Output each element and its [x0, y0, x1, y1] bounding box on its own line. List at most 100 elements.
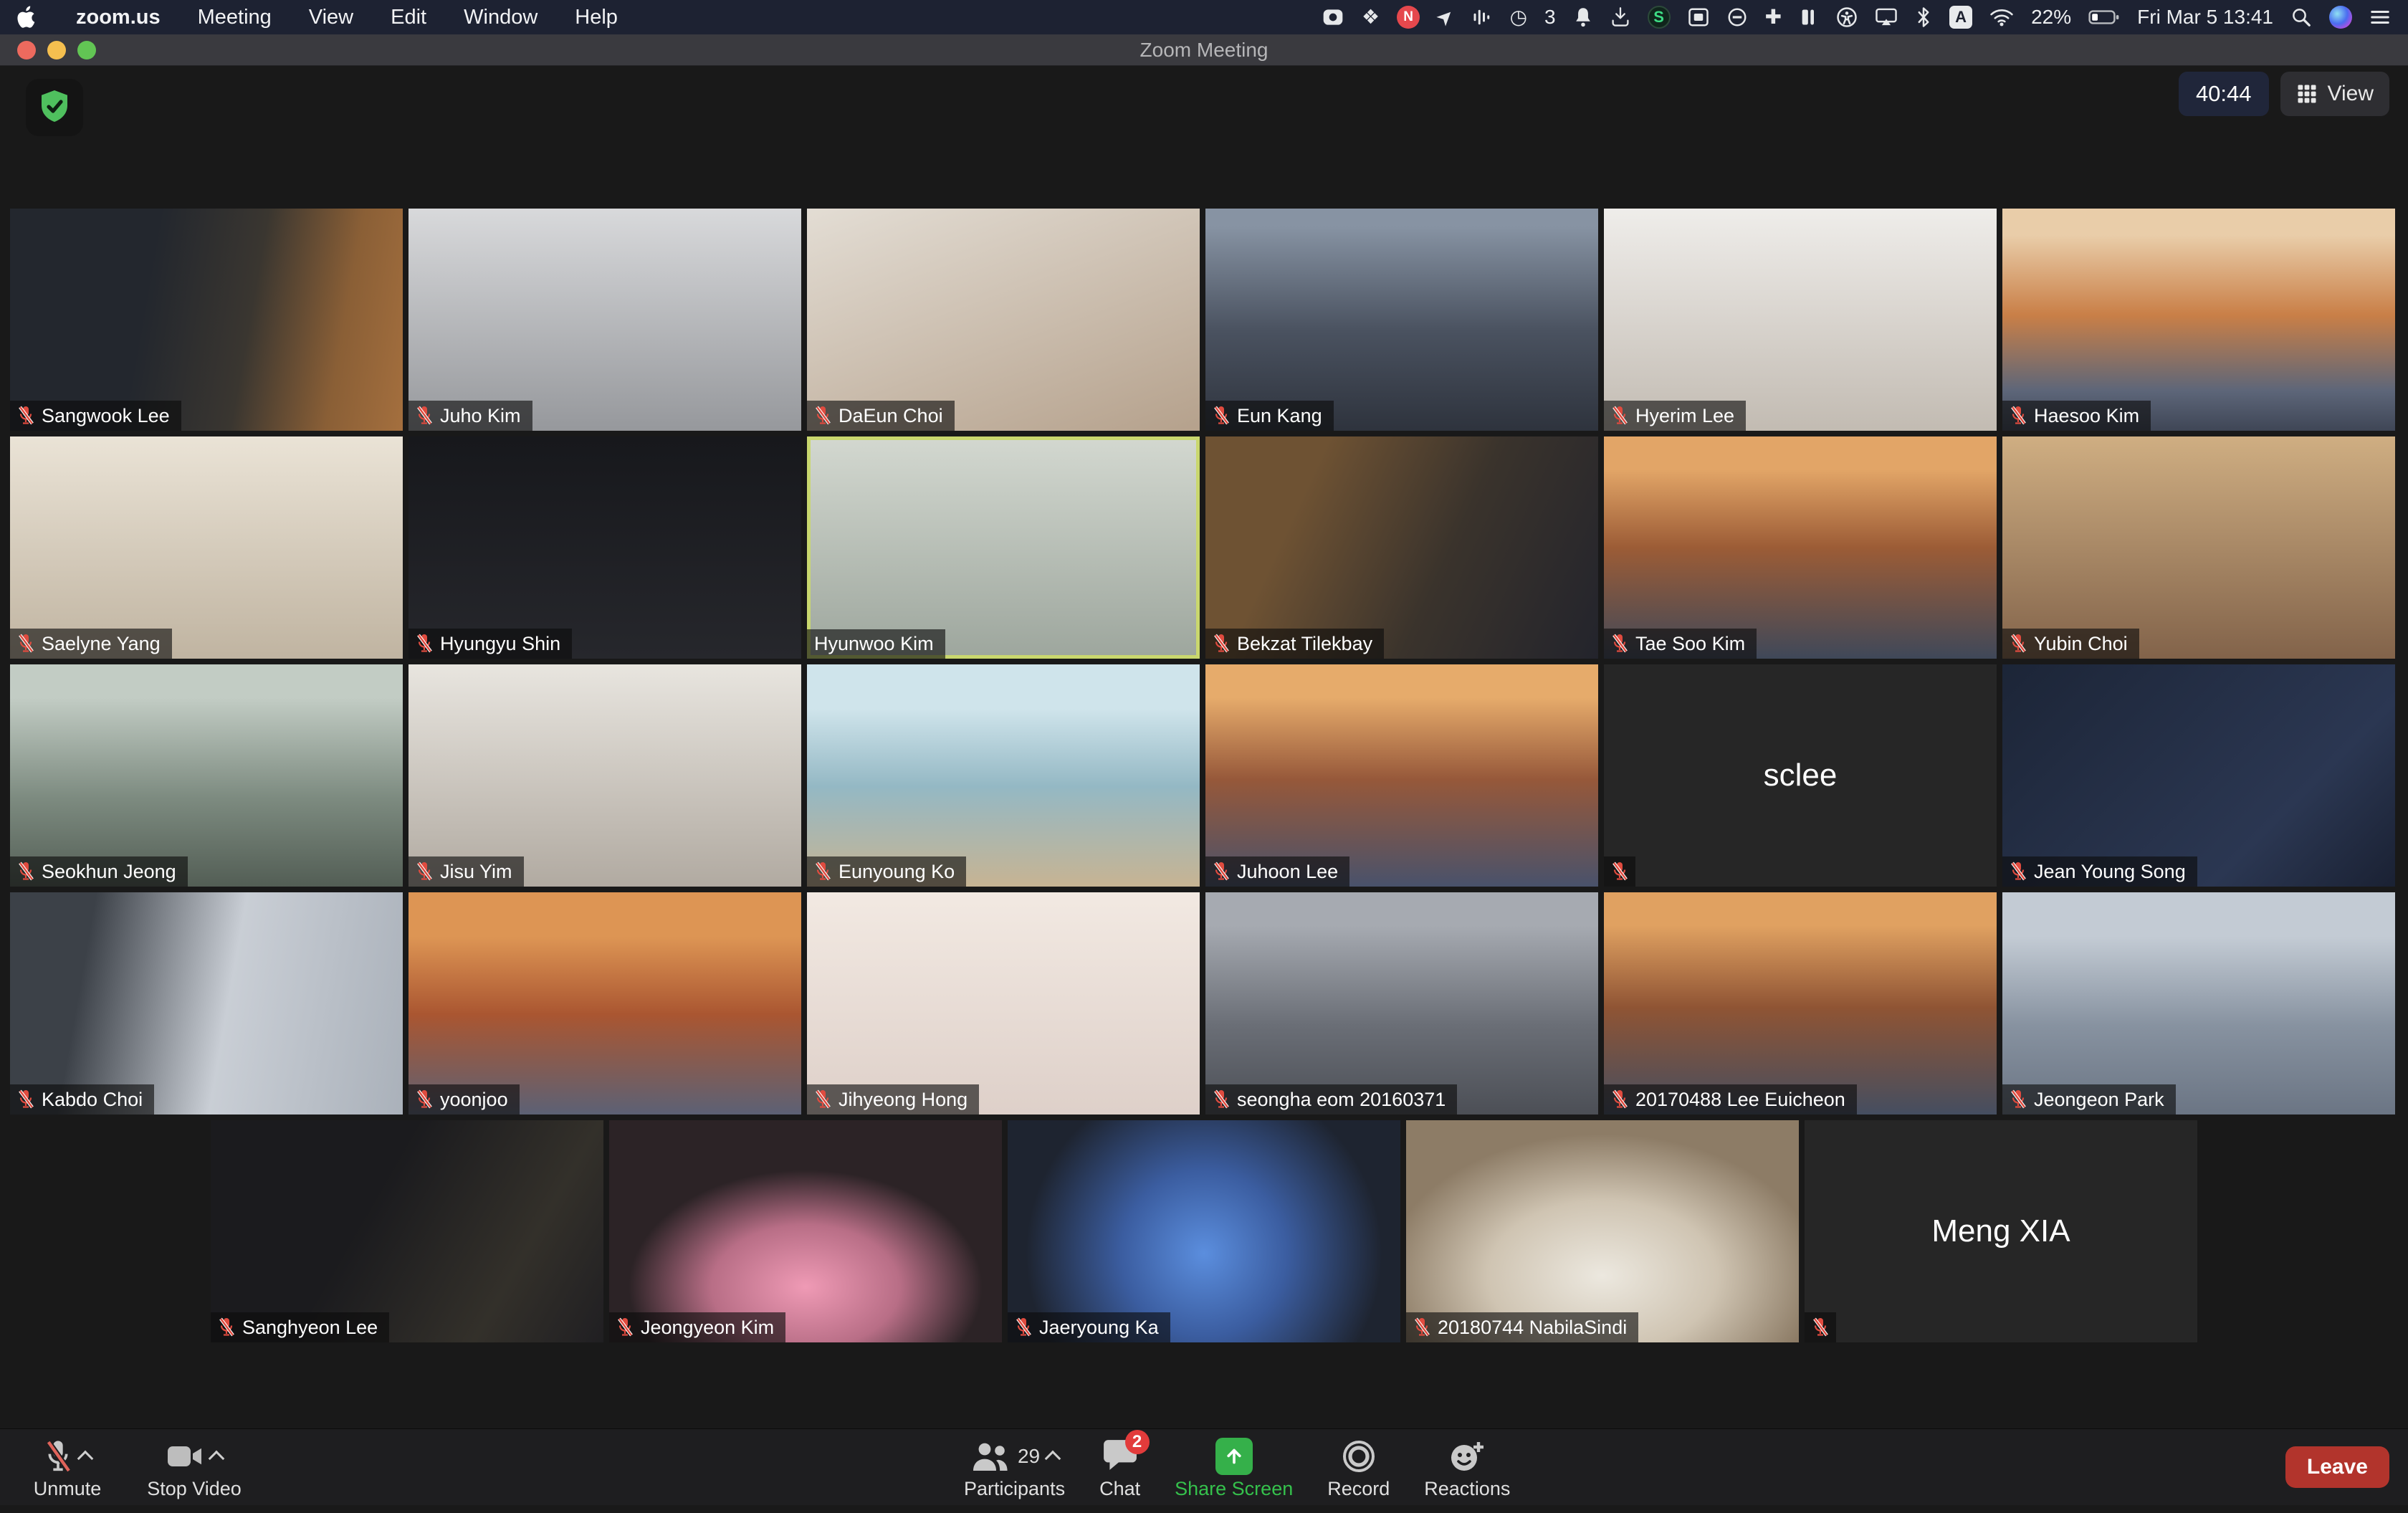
bluetooth-icon[interactable] — [1915, 6, 1932, 28]
battery-icon[interactable] — [2088, 9, 2120, 26]
participants-button[interactable]: 29 Participants — [964, 1436, 1065, 1513]
participant-tile-sangwook-lee[interactable]: Sangwook Lee — [10, 209, 403, 431]
dropbox-icon[interactable]: ❖ — [1362, 0, 1380, 34]
participant-tile-20170488-lee-euicheon[interactable]: 20170488 Lee Euicheon — [1604, 892, 1997, 1115]
gallery-row-2: Saelyne Yang Hyungyu Shin Hyunwoo Kim Bek… — [10, 436, 2398, 659]
clock-check-icon[interactable]: ◷ — [1510, 0, 1527, 34]
participant-tile-jisu-yim[interactable]: Jisu Yim — [408, 664, 801, 887]
participant-tile-kabdo-choi[interactable]: Kabdo Choi — [10, 892, 403, 1115]
record-button[interactable]: Record — [1327, 1436, 1390, 1513]
participants-chevron[interactable] — [1045, 1451, 1061, 1467]
participant-tile-jaeryoung-ka[interactable]: Jaeryoung Ka — [1008, 1120, 1400, 1342]
muted-mic-icon — [2010, 1088, 2027, 1111]
muted-mic-icon — [1611, 1088, 1628, 1111]
participant-tile-yubin-choi[interactable]: Yubin Choi — [2002, 436, 2395, 659]
unmute-options-chevron[interactable] — [77, 1451, 94, 1467]
menu-item-help[interactable]: Help — [575, 6, 618, 29]
screenshot-app-icon[interactable] — [1322, 6, 1344, 29]
download-icon[interactable] — [1610, 6, 1630, 28]
video-options-chevron[interactable] — [209, 1451, 225, 1467]
s-app-icon[interactable]: S — [1648, 6, 1671, 29]
participant-tile-eun-kang[interactable]: Eun Kang — [1205, 209, 1598, 431]
participant-tile-meng-xia[interactable]: Meng XIA — [1805, 1120, 2197, 1342]
participant-name: Juhoon Lee — [1237, 861, 1338, 883]
menu-item-window[interactable]: Window — [464, 6, 538, 29]
unmute-button[interactable]: Unmute — [17, 1436, 118, 1500]
participant-tile-sanghyeon-lee[interactable]: Sanghyeon Lee — [211, 1120, 603, 1342]
menu-item-edit[interactable]: Edit — [391, 6, 426, 29]
participant-name: Jisu Yim — [440, 861, 512, 883]
participant-tile-seongha-eom-20160371[interactable]: seongha eom 20160371 — [1205, 892, 1598, 1115]
menu-item-view[interactable]: View — [309, 6, 353, 29]
participant-tile-juho-kim[interactable]: Juho Kim — [408, 209, 801, 431]
participant-tile-jeongyeon-kim[interactable]: Jeongyeon Kim — [609, 1120, 1002, 1342]
muted-mic-icon — [17, 860, 34, 883]
gallery-row-3: Seokhun Jeong Jisu Yim Eunyoung Ko Juhoo… — [10, 664, 2398, 887]
share-screen-label: Share Screen — [1175, 1478, 1293, 1500]
plus-app-icon[interactable]: ✚ — [1765, 0, 1782, 34]
window-title-bar: Zoom Meeting — [0, 34, 2408, 66]
notification-app-icon[interactable]: N — [1397, 6, 1420, 29]
participant-tile-bekzat-tilekbay[interactable]: Bekzat Tilekbay — [1205, 436, 1598, 659]
audio-levels-icon[interactable] — [1471, 6, 1493, 28]
reactions-label: Reactions — [1424, 1478, 1510, 1500]
view-button-label: View — [2328, 82, 2374, 106]
participants-gallery: Sangwook Lee Juho Kim DaEun Choi Eun Kan… — [10, 209, 2398, 1348]
view-button[interactable]: View — [2280, 72, 2389, 116]
participant-tile-haesoo-kim[interactable]: Haesoo Kim — [2002, 209, 2395, 431]
do-not-disturb-icon[interactable] — [1726, 6, 1748, 28]
menubar-clock: Fri Mar 5 13:41 — [2137, 6, 2273, 29]
menu-item-zoom-us[interactable]: zoom.us — [76, 6, 161, 29]
apple-menu-icon[interactable] — [17, 5, 39, 29]
screen-mirroring-icon[interactable] — [1875, 6, 1898, 28]
stop-video-button[interactable]: Stop Video — [126, 1436, 262, 1500]
participant-tile-20180744-nabilasindi[interactable]: 20180744 NabilaSindi — [1406, 1120, 1799, 1342]
participant-name: Jaeryoung Ka — [1039, 1317, 1159, 1339]
participant-tile-jean-young-song[interactable]: Jean Young Song — [2002, 664, 2395, 887]
participant-name-label: Hyunwoo Kim — [807, 629, 945, 659]
window-app-icon[interactable] — [1688, 6, 1709, 28]
participant-tile-jeongeon-park[interactable]: Jeongeon Park — [2002, 892, 2395, 1115]
spotlight-icon[interactable] — [2290, 6, 2312, 28]
rocket-icon[interactable]: ➤ — [1428, 0, 1464, 35]
participant-name: DaEun Choi — [838, 405, 943, 427]
participant-tile-hyerim-lee[interactable]: Hyerim Lee — [1604, 209, 1997, 431]
columns-app-icon[interactable] — [1799, 6, 1819, 28]
participant-name-label: Yubin Choi — [2002, 629, 2139, 659]
gallery-row-5: Sanghyeon Lee Jeongyeon Kim Jaeryoung Ka… — [10, 1120, 2398, 1342]
participant-name-label: DaEun Choi — [807, 401, 955, 431]
accessibility-icon[interactable] — [1836, 6, 1858, 28]
chat-button[interactable]: 2 Chat — [1099, 1436, 1140, 1513]
muted-mic-icon — [1611, 632, 1628, 655]
participant-tile-hyunwoo-kim[interactable]: Hyunwoo Kim — [807, 436, 1200, 659]
menu-item-meeting[interactable]: Meeting — [198, 6, 272, 29]
control-center-icon[interactable] — [2369, 8, 2391, 27]
reactions-button[interactable]: Reactions — [1424, 1436, 1510, 1513]
muted-mic-icon — [416, 404, 433, 427]
participant-tile-hyungyu-shin[interactable]: Hyungyu Shin — [408, 436, 801, 659]
participant-tile-juhoon-lee[interactable]: Juhoon Lee — [1205, 664, 1598, 887]
participant-name: 20180744 NabilaSindi — [1438, 1317, 1627, 1339]
meeting-security-button[interactable] — [26, 79, 83, 136]
input-source-icon[interactable]: A — [1949, 6, 1972, 29]
leave-button[interactable]: Leave — [2285, 1446, 2389, 1488]
participant-tile-eunyoung-ko[interactable]: Eunyoung Ko — [807, 664, 1200, 887]
participant-center-name: sclee — [1604, 664, 1997, 887]
siri-icon[interactable] — [2329, 6, 2352, 29]
participant-name-label: Jaeryoung Ka — [1008, 1312, 1170, 1342]
participant-tile-daeun-choi[interactable]: DaEun Choi — [807, 209, 1200, 431]
participant-name-label: yoonjoo — [408, 1084, 520, 1115]
participant-tile-yoonjoo[interactable]: yoonjoo — [408, 892, 801, 1115]
participant-name: Hyungyu Shin — [440, 633, 560, 655]
participant-name: Kabdo Choi — [42, 1089, 143, 1111]
participant-tile-tae-soo-kim[interactable]: Tae Soo Kim — [1604, 436, 1997, 659]
share-screen-button[interactable]: Share Screen — [1175, 1436, 1293, 1513]
wifi-icon[interactable] — [1989, 7, 2014, 27]
muted-mic-icon — [2010, 632, 2027, 655]
muted-mic-icon — [1213, 1088, 1230, 1111]
participant-tile-sclee[interactable]: sclee — [1604, 664, 1997, 887]
bell-icon[interactable] — [1573, 6, 1593, 28]
participant-tile-jihyeong-hong[interactable]: Jihyeong Hong — [807, 892, 1200, 1115]
participant-tile-saelyne-yang[interactable]: Saelyne Yang — [10, 436, 403, 659]
participant-tile-seokhun-jeong[interactable]: Seokhun Jeong — [10, 664, 403, 887]
